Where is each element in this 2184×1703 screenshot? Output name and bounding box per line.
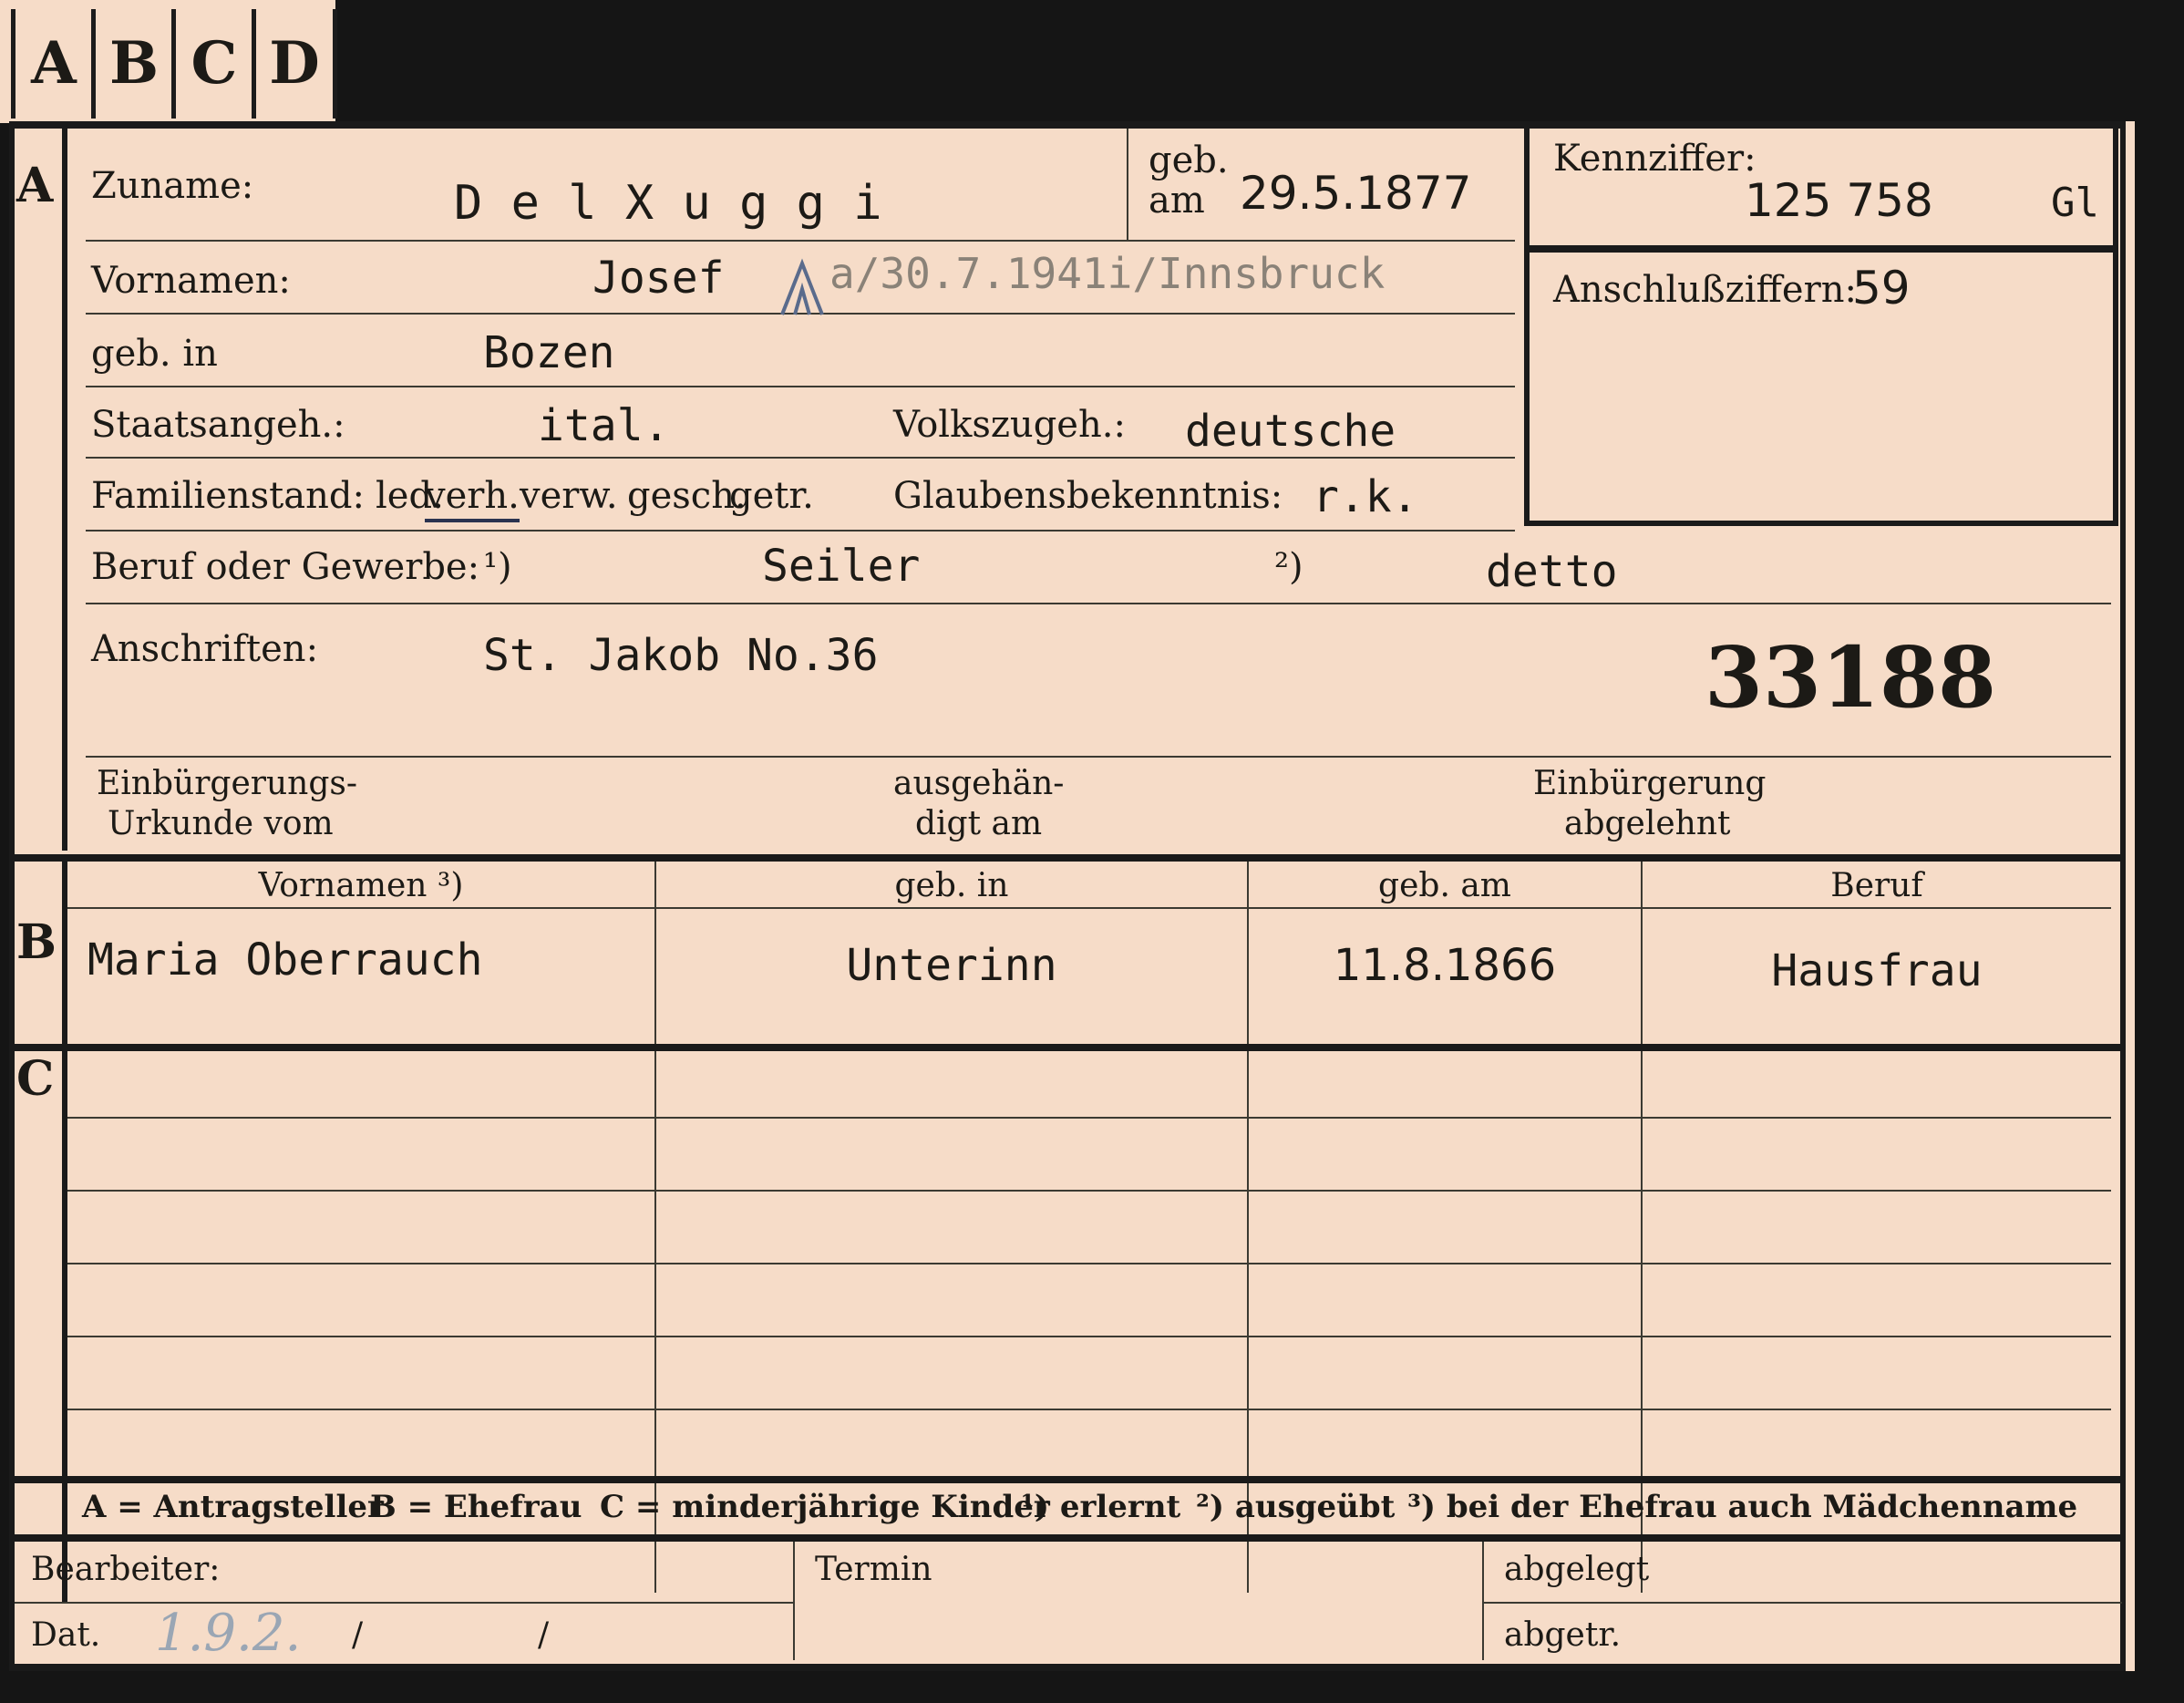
section-b-letter: B	[16, 914, 57, 970]
index-tabs: A B C D	[0, 0, 337, 123]
footer-right-mid-line	[1484, 1602, 2122, 1604]
geb-in-label: geb. in	[91, 333, 218, 375]
anschrift-value: St. Jakob No.36	[483, 630, 879, 681]
card-right-edge	[2120, 121, 2126, 1671]
card-bottom-edge	[9, 1664, 2126, 1671]
familien-label: Familienstand:	[91, 475, 365, 517]
legend-note-1: ¹) erlernt	[1021, 1489, 1181, 1525]
row-line-3	[86, 386, 1515, 387]
kennziffer-value: 125 758	[1745, 174, 1933, 227]
legend-top-rule	[9, 1476, 2126, 1483]
glaube-value: r.k.	[1313, 471, 1418, 522]
b-header-beruf: Beruf	[1830, 867, 1923, 904]
c-row-line-2	[67, 1190, 2111, 1192]
tab-d[interactable]: D	[252, 9, 337, 119]
birth-date-value: 29.5.1877	[1240, 167, 1472, 220]
section-a-letter: A	[16, 158, 54, 213]
anschrift-label: Anschriften:	[91, 628, 319, 670]
abgel-label-line1: Einbürgerung	[1533, 765, 1767, 802]
footer-divider-2	[1482, 1542, 1484, 1660]
section-bc-margin-line	[62, 854, 67, 1602]
card-left-edge	[9, 121, 15, 1671]
identifier-box-divider	[1524, 245, 2118, 253]
b-header-geb-in: geb. in	[894, 867, 1009, 904]
c-row-line-4	[67, 1336, 2111, 1337]
legend-note-2: ²) ausgeübt	[1196, 1489, 1396, 1525]
caret-mark-icon	[780, 258, 824, 315]
familien-option-verw: verw.	[520, 475, 618, 517]
row-line-1	[86, 240, 1515, 242]
vornamen-note: a/30.7.1941i/Innsbruck	[829, 249, 1386, 298]
b-header-line	[67, 907, 2111, 909]
geb-am-divider	[1127, 129, 1128, 240]
abgetr-label: abgetr.	[1504, 1616, 1622, 1654]
beruf-ausgeuebt-value: detto	[1486, 546, 1618, 597]
row-line-4	[86, 457, 1515, 459]
vornamen-value: Josef	[592, 253, 725, 304]
geb-am-label-line1: geb.	[1149, 139, 1229, 181]
beruf-erlernt-value: Seiler	[762, 541, 921, 592]
b-header-geb-am: geb. am	[1378, 867, 1511, 904]
tab-b[interactable]: B	[91, 9, 172, 119]
vornamen-label: Vornamen:	[91, 260, 291, 302]
registration-card: A Zuname: D e l X u g g i geb. am 29.5.1…	[9, 121, 2135, 1671]
tab-c[interactable]: C	[171, 9, 252, 119]
footer-divider-1	[793, 1542, 795, 1660]
stamp-number: 33188	[1705, 628, 1997, 727]
b-vornamen-value: Maria Oberrauch	[88, 934, 483, 986]
abgelegt-label: abgelegt	[1504, 1551, 1650, 1588]
section-a-margin-line	[62, 121, 67, 851]
legend-c: C = minderjährige Kinder	[600, 1489, 1050, 1525]
c-row-line-1	[67, 1117, 2111, 1119]
footer-top-rule	[9, 1534, 2126, 1542]
einb-label-line2: Urkunde vom	[108, 805, 334, 842]
anschluss-label: Anschlußziffern:	[1553, 269, 1857, 311]
tab-a[interactable]: A	[11, 9, 92, 119]
footer-left-mid-line	[15, 1602, 795, 1604]
surname-label: Zuname:	[91, 165, 254, 207]
section-b-top-rule	[9, 854, 2126, 862]
anschluss-value: 59	[1852, 262, 1911, 315]
beruf-mark-1: ¹)	[483, 546, 512, 588]
dat-value: 1.9.2.	[155, 1604, 302, 1663]
staat-label: Staatsangeh.:	[91, 404, 345, 446]
c-row-line-3	[67, 1263, 2111, 1264]
familien-option-getr: getr.	[729, 475, 814, 517]
beruf-label: Beruf oder Gewerbe:	[91, 546, 480, 588]
legend-a: A = Antragsteller	[82, 1489, 384, 1525]
dat-label: Dat.	[31, 1616, 101, 1654]
row-line-5	[86, 530, 1515, 532]
surname-value: D e l X u g g i	[454, 176, 882, 231]
staat-value: ital.	[538, 400, 670, 451]
ausg-label-line1: ausgehän-	[893, 765, 1065, 802]
volk-label: Volkszugeh.:	[893, 404, 1126, 446]
geb-in-value: Bozen	[483, 327, 615, 378]
glaube-label: Glaubensbekenntnis:	[893, 475, 1283, 517]
b-beruf-value: Hausfrau	[1771, 945, 1983, 996]
familien-option-verh-selected: verh.	[425, 475, 520, 522]
b-header-vornamen: Vornamen ³)	[258, 867, 464, 904]
c-row-line-5	[67, 1409, 2111, 1410]
kennziffer-label: Kennziffer:	[1553, 138, 1756, 180]
row-line-6	[86, 603, 2111, 604]
kennziffer-suffix: Gl	[2051, 180, 2099, 226]
abgel-label-line2: abgelehnt	[1564, 805, 1731, 842]
volk-value: deutsche	[1185, 406, 1396, 457]
einb-label-line1: Einbürgerungs-	[97, 765, 358, 802]
beruf-mark-2: ²)	[1274, 546, 1303, 588]
ausg-label-line2: digt am	[915, 805, 1043, 842]
row-line-7	[86, 756, 2111, 758]
b-geb-am-value: 11.8.1866	[1333, 940, 1557, 991]
geb-am-label-line2: am	[1149, 180, 1205, 222]
legend-note-3: ³) bei der Ehefrau auch Mädchenname	[1407, 1489, 2078, 1525]
bearbeiter-label: Bearbeiter:	[31, 1551, 221, 1588]
section-c-letter: C	[16, 1051, 55, 1107]
b-geb-in-value: Unterinn	[846, 940, 1057, 991]
dat-slash-1: /	[352, 1616, 364, 1654]
termin-label: Termin	[815, 1551, 932, 1588]
legend-b: B = Ehefrau	[370, 1489, 582, 1525]
section-c-top-rule	[9, 1044, 2126, 1051]
dat-slash-2: /	[538, 1616, 550, 1654]
